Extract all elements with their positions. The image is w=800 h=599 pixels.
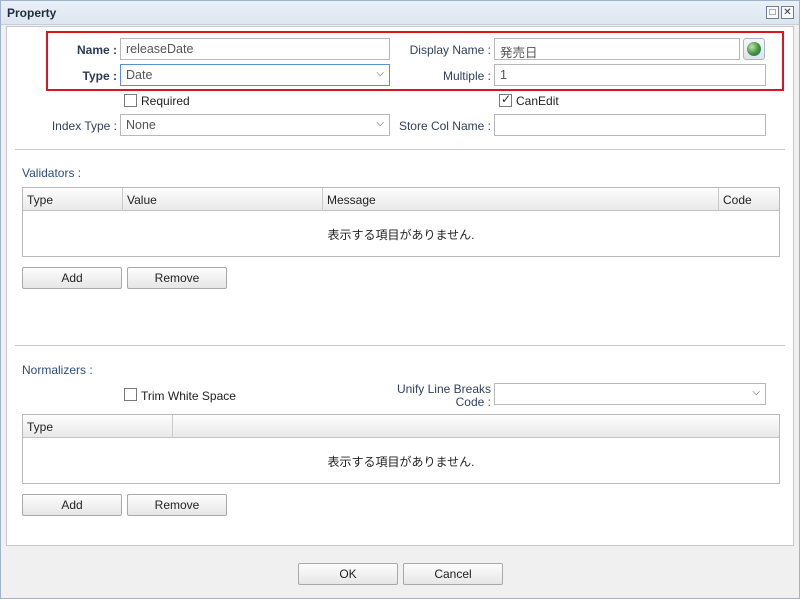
validators-add-button[interactable]: Add	[22, 267, 122, 289]
normalizers-remove-button[interactable]: Remove	[127, 494, 227, 516]
validators-remove-button[interactable]: Remove	[127, 267, 227, 289]
validators-grid: Type Value Message Code 表示する項目がありません.	[22, 187, 780, 257]
unify-line-breaks-label: Unify Line Breaks Code :	[387, 383, 491, 409]
normalizers-empty-message: 表示する項目がありません.	[327, 455, 475, 469]
trim-white-space-label: Trim White Space	[141, 389, 236, 403]
close-icon[interactable]: ✕	[781, 6, 794, 19]
normalizers-title: Normalizers :	[22, 363, 93, 377]
highlight-box	[46, 31, 784, 91]
column-blank[interactable]	[173, 415, 779, 438]
index-type-value: None	[126, 118, 156, 132]
unify-line-breaks-select[interactable]: ⌵	[494, 383, 766, 405]
index-type-select[interactable]: None ⌵	[120, 114, 390, 136]
canedit-label: CanEdit	[516, 94, 559, 108]
dialog-body: Name : releaseDate Display Name : 発売日 Ty…	[6, 26, 794, 546]
maximize-icon[interactable]: □	[766, 6, 779, 19]
property-dialog: Property □ ✕ Name : releaseDate Display …	[0, 0, 800, 599]
column-value[interactable]: Value	[123, 188, 323, 211]
normalizers-grid: Type 表示する項目がありません.	[22, 414, 780, 484]
divider	[15, 149, 785, 150]
title-bar[interactable]: Property □ ✕	[1, 1, 799, 25]
store-col-label: Store Col Name :	[398, 119, 491, 133]
cancel-button[interactable]: Cancel	[403, 563, 503, 585]
column-code[interactable]: Code	[719, 188, 779, 211]
ok-button[interactable]: OK	[298, 563, 398, 585]
validators-empty-message: 表示する項目がありません.	[327, 228, 475, 242]
divider	[15, 345, 785, 346]
required-label: Required	[141, 94, 190, 108]
index-type-label: Index Type :	[51, 119, 117, 133]
unify-line-breaks-label-line2: Code :	[455, 395, 491, 409]
chevron-down-icon: ⌵	[376, 118, 384, 129]
chevron-down-icon: ⌵	[752, 387, 760, 398]
required-checkbox[interactable]	[124, 94, 137, 107]
trim-white-space-checkbox[interactable]	[124, 388, 137, 401]
column-message[interactable]: Message	[323, 188, 719, 211]
column-type[interactable]: Type	[23, 188, 123, 211]
validators-title: Validators :	[22, 166, 82, 180]
validators-grid-header: Type Value Message Code	[23, 188, 779, 211]
normalizers-add-button[interactable]: Add	[22, 494, 122, 516]
normalizers-grid-header: Type	[23, 415, 779, 438]
canedit-checkbox[interactable]	[499, 92, 512, 107]
column-type[interactable]: Type	[23, 415, 173, 438]
store-col-input[interactable]	[494, 114, 766, 136]
dialog-title: Property	[7, 6, 57, 20]
unify-line-breaks-label-line1: Unify Line Breaks	[396, 382, 491, 396]
